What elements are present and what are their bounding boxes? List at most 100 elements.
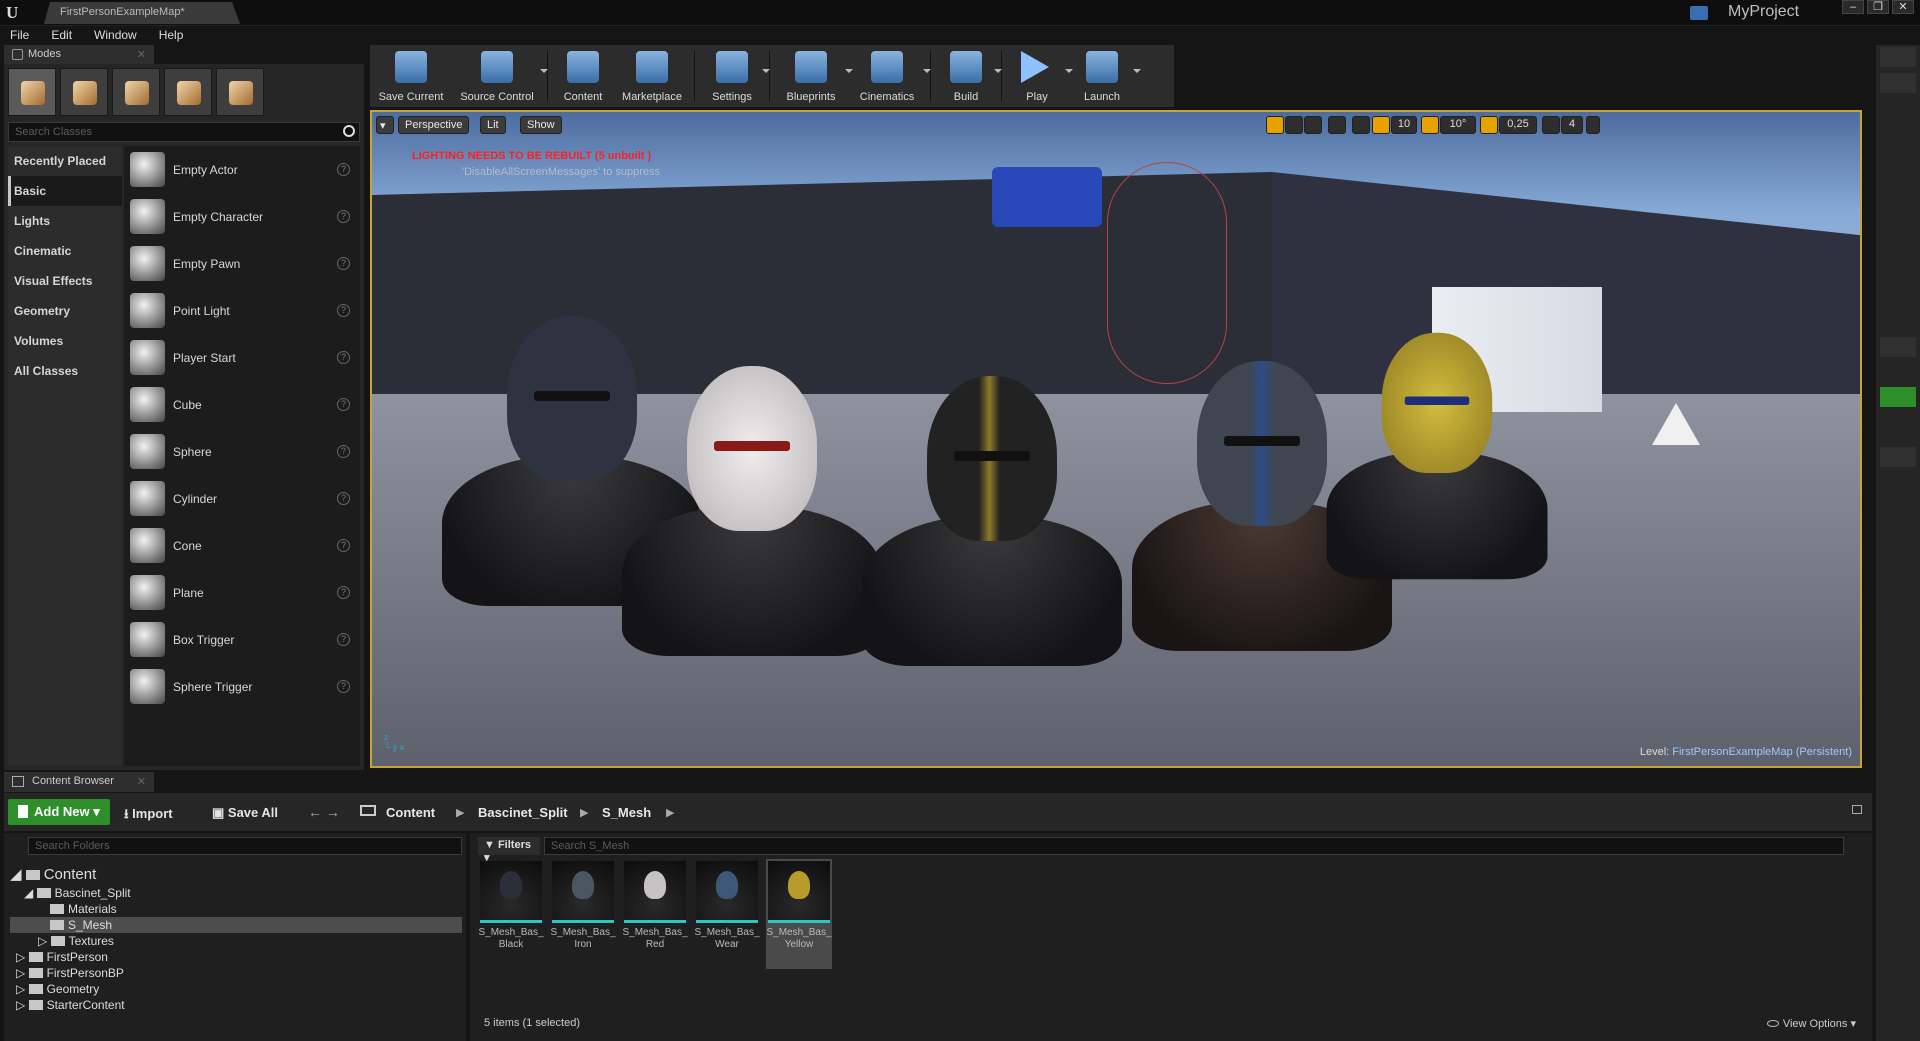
content-button[interactable]: Content xyxy=(553,47,613,105)
import-button[interactable]: ⭳ Import xyxy=(124,805,173,827)
asset-tile-wear[interactable]: S_Mesh_Bas_ Wear xyxy=(694,859,760,969)
player-capsule[interactable] xyxy=(1107,162,1227,384)
scale-snap-value[interactable]: 0,25 xyxy=(1499,116,1537,134)
asset-tile-red[interactable]: S_Mesh_Bas_ Red xyxy=(622,859,688,969)
build-button[interactable]: Build xyxy=(936,47,1002,105)
camera-speed-value[interactable]: 4 xyxy=(1561,116,1583,134)
add-new-button[interactable]: Add New ▾ xyxy=(8,799,110,825)
item-empty-actor[interactable]: Empty Actor? xyxy=(124,146,360,193)
details-search-input[interactable] xyxy=(1880,447,1916,467)
search-assets-input[interactable]: Search S_Mesh xyxy=(544,837,1844,855)
world-local-icon[interactable] xyxy=(1328,116,1346,134)
breadcrumb-content[interactable]: Content xyxy=(386,805,435,820)
maximize-button[interactable]: ❐ xyxy=(1867,0,1889,14)
foliage-mode-button[interactable] xyxy=(164,68,212,116)
scene-camera[interactable] xyxy=(992,167,1102,227)
map-tab[interactable]: FirstPersonExampleMap* xyxy=(44,2,240,24)
perspective-button[interactable]: Perspective xyxy=(398,116,470,134)
category-volumes[interactable]: Volumes xyxy=(8,326,122,356)
breadcrumb-separator-icon[interactable]: ▶ xyxy=(666,806,674,819)
help-icon[interactable]: ? xyxy=(337,257,350,270)
launch-button[interactable]: Launch xyxy=(1069,47,1141,105)
chevron-down-icon[interactable] xyxy=(762,69,770,73)
tree-node-s-mesh[interactable]: S_Mesh xyxy=(10,917,462,933)
outliner-eye-icon[interactable] xyxy=(1880,73,1916,93)
rotate-tool-icon[interactable] xyxy=(1285,116,1303,134)
save-all-button[interactable]: ▣ Save All xyxy=(212,805,278,821)
help-icon[interactable]: ? xyxy=(337,445,350,458)
category-visual-effects[interactable]: Visual Effects xyxy=(8,266,122,296)
menu-help[interactable]: Help xyxy=(159,26,184,44)
scale-tool-icon[interactable] xyxy=(1304,116,1322,134)
category-lights[interactable]: Lights xyxy=(8,206,122,236)
category-geometry[interactable]: Geometry xyxy=(8,296,122,326)
tree-node-content[interactable]: ◢ Content xyxy=(10,865,462,885)
surface-snap-icon[interactable] xyxy=(1352,116,1370,134)
tree-node-firstpersonbp[interactable]: ▷ FirstPersonBP xyxy=(10,965,462,981)
rotation-snap-icon[interactable] xyxy=(1421,116,1439,134)
minimize-button[interactable]: – xyxy=(1842,0,1864,14)
category-all-classes[interactable]: All Classes xyxy=(8,356,122,386)
close-button[interactable]: ✕ xyxy=(1892,0,1914,14)
category-basic[interactable]: Basic xyxy=(8,176,122,206)
search-folders-input[interactable]: Search Folders xyxy=(28,837,462,855)
tree-node-textures[interactable]: ▷ Textures xyxy=(10,933,462,949)
help-icon[interactable]: ? xyxy=(337,492,350,505)
menu-window[interactable]: Window xyxy=(94,26,137,44)
marketplace-button[interactable]: Marketplace xyxy=(615,47,689,105)
breadcrumb-bascinet[interactable]: Bascinet_Split xyxy=(478,805,568,820)
item-empty-pawn[interactable]: Empty Pawn? xyxy=(124,240,360,287)
help-icon[interactable]: ? xyxy=(337,539,350,552)
details-strip[interactable] xyxy=(1880,337,1916,357)
paint-mode-button[interactable] xyxy=(60,68,108,116)
add-component-button[interactable] xyxy=(1880,387,1916,407)
category-recently-placed[interactable]: Recently Placed xyxy=(8,146,122,176)
help-icon[interactable]: ? xyxy=(337,351,350,364)
close-tab-icon[interactable]: ✕ xyxy=(137,775,146,788)
landscape-mode-button[interactable] xyxy=(112,68,160,116)
filters-button[interactable]: ▼ Filters ▾ xyxy=(478,837,540,864)
help-icon[interactable]: ? xyxy=(337,398,350,411)
place-mode-button[interactable] xyxy=(8,68,56,116)
item-empty-character[interactable]: Empty Character? xyxy=(124,193,360,240)
content-browser-tab[interactable]: Content Browser ✕ xyxy=(4,772,154,792)
help-icon[interactable]: ? xyxy=(337,680,350,693)
helmet-red[interactable] xyxy=(622,366,882,656)
tree-node-bascinet-split[interactable]: ◢ Bascinet_Split xyxy=(10,885,462,901)
level-viewport[interactable]: ▾ Perspective Lit Show 10 10° 0,25 4 LIG… xyxy=(370,110,1862,768)
help-icon[interactable]: ? xyxy=(337,633,350,646)
chevron-down-icon[interactable] xyxy=(923,69,931,73)
modes-tab[interactable]: Modes ✕ xyxy=(4,45,154,64)
chevron-down-icon[interactable] xyxy=(540,69,548,73)
asset-tile-iron[interactable]: S_Mesh_Bas_ Iron xyxy=(550,859,616,969)
item-box-trigger[interactable]: Box Trigger? xyxy=(124,616,360,663)
asset-tile-yellow[interactable]: S_Mesh_Bas_ Yellow xyxy=(766,859,832,969)
tree-node-firstperson[interactable]: ▷ FirstPerson xyxy=(10,949,462,965)
grid-snap-icon[interactable] xyxy=(1372,116,1390,134)
geometry-mode-button[interactable] xyxy=(216,68,264,116)
item-cube[interactable]: Cube? xyxy=(124,381,360,428)
breadcrumb-s-mesh[interactable]: S_Mesh xyxy=(602,805,651,820)
world-outliner-strip[interactable] xyxy=(1880,47,1916,67)
help-icon[interactable]: ? xyxy=(337,163,350,176)
item-point-light[interactable]: Point Light? xyxy=(124,287,360,334)
help-icon[interactable]: ? xyxy=(337,210,350,223)
close-tab-icon[interactable]: ✕ xyxy=(137,48,146,61)
lit-button[interactable]: Lit xyxy=(480,116,506,134)
help-icon[interactable]: ? xyxy=(337,304,350,317)
viewport-options-button[interactable]: ▾ xyxy=(376,116,394,134)
chevron-down-icon[interactable] xyxy=(1133,69,1141,73)
maximize-viewport-icon[interactable] xyxy=(1586,116,1600,134)
item-cone[interactable]: Cone? xyxy=(124,522,360,569)
grid-snap-value[interactable]: 10 xyxy=(1391,116,1417,134)
blueprints-button[interactable]: Blueprints xyxy=(775,47,853,105)
item-sphere-trigger[interactable]: Sphere Trigger? xyxy=(124,663,360,710)
chevron-down-icon[interactable] xyxy=(994,69,1002,73)
tree-node-geometry[interactable]: ▷ Geometry xyxy=(10,981,462,997)
breadcrumb-separator-icon[interactable]: ▶ xyxy=(456,806,464,819)
cinematics-button[interactable]: Cinematics xyxy=(849,47,931,105)
menu-file[interactable]: File xyxy=(10,26,29,44)
help-icon[interactable]: ? xyxy=(337,586,350,599)
lock-icon[interactable] xyxy=(1852,805,1862,814)
settings-button[interactable]: Settings xyxy=(700,47,770,105)
